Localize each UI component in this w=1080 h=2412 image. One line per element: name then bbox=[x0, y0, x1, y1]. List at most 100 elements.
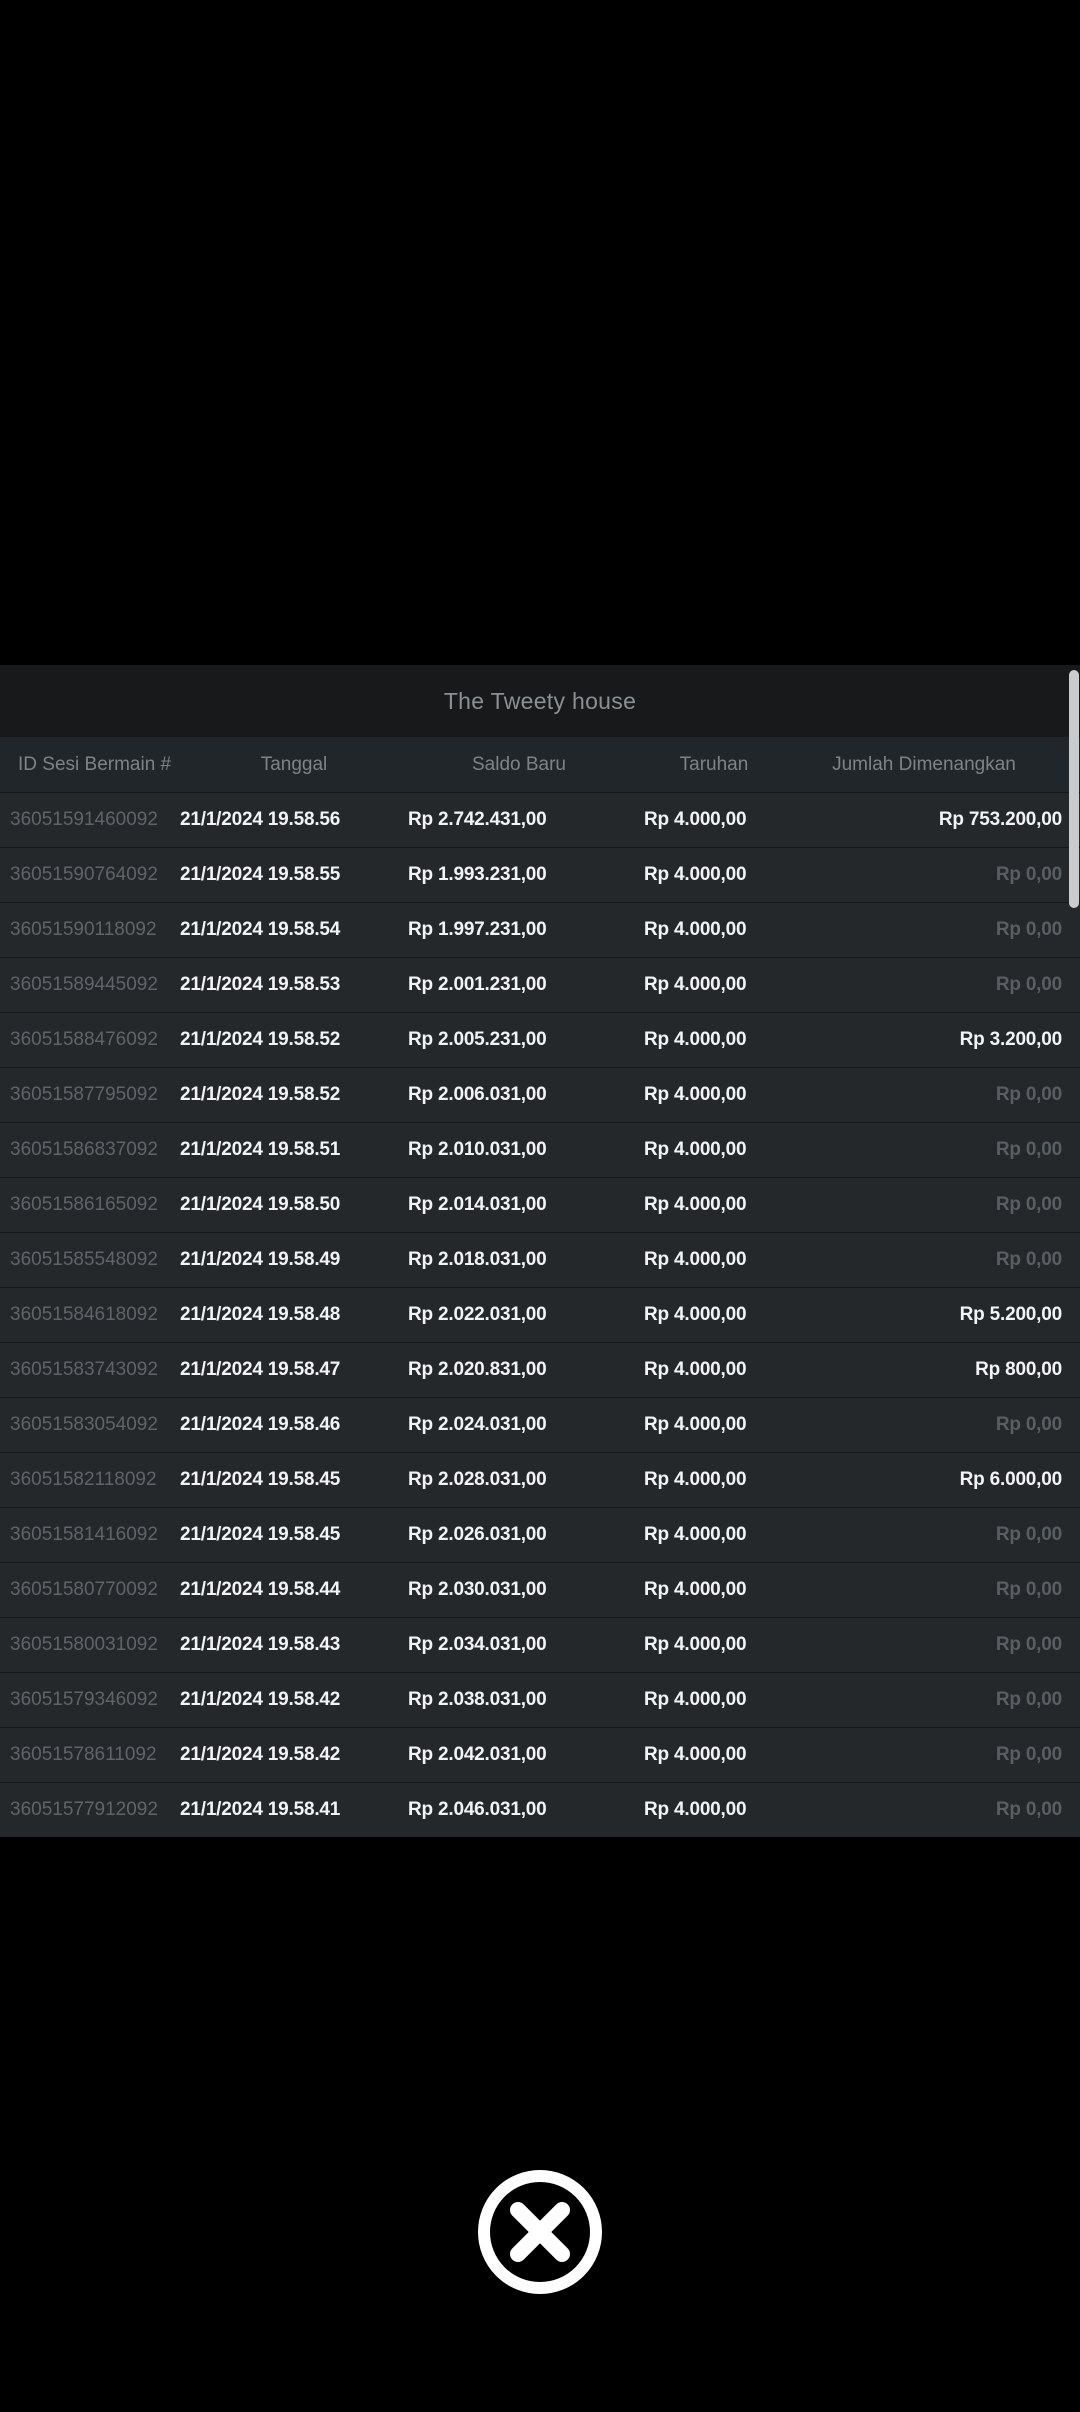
cell-session-id: 36051579346092 bbox=[0, 1689, 180, 1711]
cell-date: 21/1/2024 19.58.49 bbox=[180, 1249, 408, 1271]
table-row: 36051588476092 21/1/2024 19.58.52 Rp 2.0… bbox=[0, 1012, 1080, 1067]
cell-new-balance: Rp 2.020.831,00 bbox=[408, 1359, 630, 1381]
table-row: 36051578611092 21/1/2024 19.58.42 Rp 2.0… bbox=[0, 1727, 1080, 1782]
cell-date: 21/1/2024 19.58.44 bbox=[180, 1579, 408, 1601]
table-row: 36051590764092 21/1/2024 19.58.55 Rp 1.9… bbox=[0, 847, 1080, 902]
cell-session-id: 36051580031092 bbox=[0, 1634, 180, 1656]
cell-new-balance: Rp 2.005.231,00 bbox=[408, 1029, 630, 1051]
table-header-row: ID Sesi Bermain # Tanggal Saldo Baru Tar… bbox=[0, 737, 1080, 792]
cell-bet: Rp 4.000,00 bbox=[630, 1634, 798, 1656]
cell-session-id: 36051590118092 bbox=[0, 919, 180, 941]
cell-new-balance: Rp 2.026.031,00 bbox=[408, 1524, 630, 1546]
header-new-balance: Saldo Baru bbox=[408, 754, 630, 776]
cell-new-balance: Rp 2.010.031,00 bbox=[408, 1139, 630, 1161]
cell-new-balance: Rp 2.018.031,00 bbox=[408, 1249, 630, 1271]
cell-bet: Rp 4.000,00 bbox=[630, 1359, 798, 1381]
table-row: 36051584618092 21/1/2024 19.58.48 Rp 2.0… bbox=[0, 1287, 1080, 1342]
table-row: 36051586165092 21/1/2024 19.58.50 Rp 2.0… bbox=[0, 1177, 1080, 1232]
cell-session-id: 36051577912092 bbox=[0, 1799, 180, 1821]
cell-bet: Rp 4.000,00 bbox=[630, 1414, 798, 1436]
table-row: 36051586837092 21/1/2024 19.58.51 Rp 2.0… bbox=[0, 1122, 1080, 1177]
cell-date: 21/1/2024 19.58.48 bbox=[180, 1304, 408, 1326]
cell-session-id: 36051591460092 bbox=[0, 809, 180, 831]
table-row: 36051585548092 21/1/2024 19.58.49 Rp 2.0… bbox=[0, 1232, 1080, 1287]
cell-amount-won: Rp 0,00 bbox=[798, 1139, 1080, 1161]
cell-new-balance: Rp 2.006.031,00 bbox=[408, 1084, 630, 1106]
cell-amount-won: Rp 0,00 bbox=[798, 1249, 1080, 1271]
cell-session-id: 36051581416092 bbox=[0, 1524, 180, 1546]
cell-date: 21/1/2024 19.58.52 bbox=[180, 1084, 408, 1106]
cell-date: 21/1/2024 19.58.46 bbox=[180, 1414, 408, 1436]
cell-date: 21/1/2024 19.58.52 bbox=[180, 1029, 408, 1051]
cell-bet: Rp 4.000,00 bbox=[630, 974, 798, 996]
cell-date: 21/1/2024 19.58.42 bbox=[180, 1744, 408, 1766]
cell-bet: Rp 4.000,00 bbox=[630, 1579, 798, 1601]
cell-amount-won: Rp 0,00 bbox=[798, 1689, 1080, 1711]
cell-amount-won: Rp 0,00 bbox=[798, 919, 1080, 941]
table-row: 36051583054092 21/1/2024 19.58.46 Rp 2.0… bbox=[0, 1397, 1080, 1452]
cell-session-id: 36051587795092 bbox=[0, 1084, 180, 1106]
cell-session-id: 36051586165092 bbox=[0, 1194, 180, 1216]
table-row: 36051577912092 21/1/2024 19.58.41 Rp 2.0… bbox=[0, 1782, 1080, 1837]
x-circle-icon bbox=[472, 2164, 608, 2300]
cell-bet: Rp 4.000,00 bbox=[630, 1689, 798, 1711]
cell-date: 21/1/2024 19.58.53 bbox=[180, 974, 408, 996]
scrollbar-thumb[interactable] bbox=[1069, 670, 1079, 908]
table-row: 36051580031092 21/1/2024 19.58.43 Rp 2.0… bbox=[0, 1617, 1080, 1672]
close-button[interactable] bbox=[460, 2152, 620, 2312]
cell-date: 21/1/2024 19.58.45 bbox=[180, 1469, 408, 1491]
header-amount-won: Jumlah Dimenangkan bbox=[798, 754, 1080, 776]
table-row: 36051591460092 21/1/2024 19.58.56 Rp 2.7… bbox=[0, 792, 1080, 847]
game-screen: The Tweety house ID Sesi Bermain # Tangg… bbox=[0, 0, 1080, 2412]
cell-date: 21/1/2024 19.58.42 bbox=[180, 1689, 408, 1711]
cell-session-id: 36051583054092 bbox=[0, 1414, 180, 1436]
cell-new-balance: Rp 2.042.031,00 bbox=[408, 1744, 630, 1766]
cell-bet: Rp 4.000,00 bbox=[630, 809, 798, 831]
table-row: 36051579346092 21/1/2024 19.58.42 Rp 2.0… bbox=[0, 1672, 1080, 1727]
cell-amount-won: Rp 800,00 bbox=[798, 1359, 1080, 1381]
cell-amount-won: Rp 0,00 bbox=[798, 1744, 1080, 1766]
cell-bet: Rp 4.000,00 bbox=[630, 864, 798, 886]
table-row: 36051581416092 21/1/2024 19.58.45 Rp 2.0… bbox=[0, 1507, 1080, 1562]
cell-date: 21/1/2024 19.58.55 bbox=[180, 864, 408, 886]
cell-date: 21/1/2024 19.58.51 bbox=[180, 1139, 408, 1161]
cell-bet: Rp 4.000,00 bbox=[630, 1029, 798, 1051]
header-date: Tanggal bbox=[180, 754, 408, 776]
table-row: 36051583743092 21/1/2024 19.58.47 Rp 2.0… bbox=[0, 1342, 1080, 1397]
cell-new-balance: Rp 2.014.031,00 bbox=[408, 1194, 630, 1216]
cell-date: 21/1/2024 19.58.56 bbox=[180, 809, 408, 831]
cell-amount-won: Rp 0,00 bbox=[798, 1579, 1080, 1601]
table-body: 36051591460092 21/1/2024 19.58.56 Rp 2.7… bbox=[0, 792, 1080, 1837]
cell-bet: Rp 4.000,00 bbox=[630, 919, 798, 941]
cell-bet: Rp 4.000,00 bbox=[630, 1249, 798, 1271]
table-row: 36051590118092 21/1/2024 19.58.54 Rp 1.9… bbox=[0, 902, 1080, 957]
cell-session-id: 36051585548092 bbox=[0, 1249, 180, 1271]
cell-bet: Rp 4.000,00 bbox=[630, 1139, 798, 1161]
cell-amount-won: Rp 0,00 bbox=[798, 1194, 1080, 1216]
cell-new-balance: Rp 2.046.031,00 bbox=[408, 1799, 630, 1821]
cell-new-balance: Rp 2.034.031,00 bbox=[408, 1634, 630, 1656]
cell-session-id: 36051590764092 bbox=[0, 864, 180, 886]
cell-session-id: 36051586837092 bbox=[0, 1139, 180, 1161]
table-row: 36051582118092 21/1/2024 19.58.45 Rp 2.0… bbox=[0, 1452, 1080, 1507]
cell-amount-won: Rp 0,00 bbox=[798, 1524, 1080, 1546]
table-row: 36051580770092 21/1/2024 19.58.44 Rp 2.0… bbox=[0, 1562, 1080, 1617]
cell-amount-won: Rp 3.200,00 bbox=[798, 1029, 1080, 1051]
header-session-id: ID Sesi Bermain # bbox=[0, 754, 180, 776]
cell-bet: Rp 4.000,00 bbox=[630, 1744, 798, 1766]
cell-date: 21/1/2024 19.58.41 bbox=[180, 1799, 408, 1821]
cell-amount-won: Rp 5.200,00 bbox=[798, 1304, 1080, 1326]
cell-amount-won: Rp 6.000,00 bbox=[798, 1469, 1080, 1491]
cell-amount-won: Rp 0,00 bbox=[798, 1414, 1080, 1436]
cell-bet: Rp 4.000,00 bbox=[630, 1469, 798, 1491]
modal-title: The Tweety house bbox=[444, 688, 636, 715]
cell-new-balance: Rp 2.022.031,00 bbox=[408, 1304, 630, 1326]
cell-session-id: 36051582118092 bbox=[0, 1469, 180, 1491]
cell-bet: Rp 4.000,00 bbox=[630, 1524, 798, 1546]
cell-amount-won: Rp 0,00 bbox=[798, 974, 1080, 996]
cell-date: 21/1/2024 19.58.47 bbox=[180, 1359, 408, 1381]
table-row: 36051589445092 21/1/2024 19.58.53 Rp 2.0… bbox=[0, 957, 1080, 1012]
cell-date: 21/1/2024 19.58.43 bbox=[180, 1634, 408, 1656]
cell-amount-won: Rp 753.200,00 bbox=[798, 809, 1080, 831]
cell-amount-won: Rp 0,00 bbox=[798, 864, 1080, 886]
